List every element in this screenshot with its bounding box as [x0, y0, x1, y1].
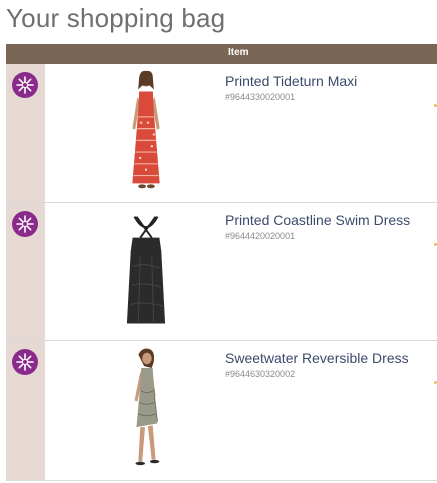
flower-badge-icon [12, 72, 38, 98]
row-side-cell [6, 341, 45, 480]
maxi-dress-model-image[interactable] [96, 68, 196, 200]
product-sku: #9644330020001 [225, 92, 296, 102]
table-header: Item [6, 44, 437, 64]
table-row: Printed Tideturn Maxi #9644330020001 [6, 64, 437, 203]
product-sku: #9644420020001 [225, 231, 296, 241]
swim-dress-image[interactable] [96, 209, 196, 335]
table-row: Printed Coastline Swim Dress #9644420020… [6, 203, 437, 341]
page-title: Your shopping bag [6, 3, 226, 33]
flower-badge-icon [12, 211, 38, 237]
flower-badge-icon [12, 349, 38, 375]
product-name-link[interactable]: Sweetwater Reversible Dress [225, 350, 409, 366]
product-name-link[interactable]: Printed Coastline Swim Dress [225, 212, 410, 228]
item-column-header: Item [228, 47, 249, 58]
row-side-cell [6, 64, 45, 202]
table-row: Sweetwater Reversible Dress #96446303200… [6, 341, 437, 481]
shopping-bag-table: Item Printed Tideturn Maxi #964433002000… [6, 44, 437, 483]
row-side-cell [6, 203, 45, 340]
product-name-link[interactable]: Printed Tideturn Maxi [225, 73, 357, 89]
reversible-dress-model-image[interactable] [96, 347, 196, 473]
product-sku: #9644630320002 [225, 369, 296, 379]
